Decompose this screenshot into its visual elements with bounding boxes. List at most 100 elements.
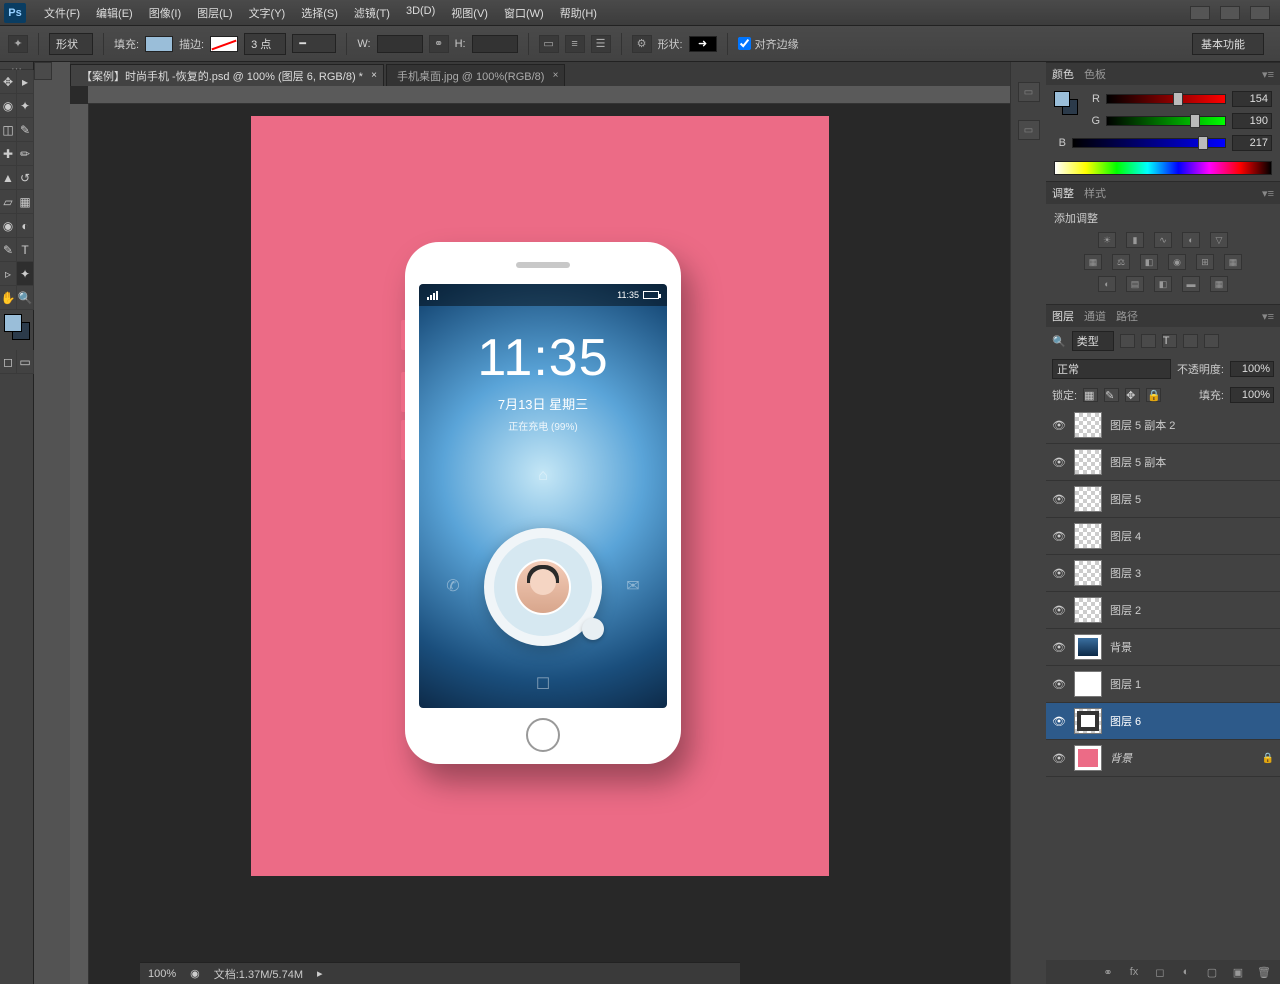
document-tab[interactable]: 手机桌面.jpg @ 100%(RGB/8)× (386, 64, 566, 86)
nav-icon[interactable]: ◉ (190, 967, 200, 980)
layer-row[interactable]: 👁图层 5 (1046, 481, 1280, 518)
custom-shape-tool[interactable]: ✦ (17, 262, 34, 286)
menu-item[interactable]: 文字(Y) (241, 5, 294, 21)
document-tab[interactable]: 【案例】时尚手机 -恢复的.psd @ 100% (图层 6, RGB/8) *… (70, 64, 384, 86)
menu-item[interactable]: 3D(D) (398, 5, 443, 21)
eraser-tool[interactable]: ▱ (0, 190, 17, 214)
gear-icon[interactable]: ⚙ (632, 35, 652, 53)
b-value[interactable]: 217 (1232, 135, 1272, 151)
menu-item[interactable]: 文件(F) (36, 5, 88, 21)
visibility-icon[interactable]: 👁 (1052, 418, 1066, 432)
adj-layer-icon[interactable]: ◐ (1178, 965, 1194, 979)
gradient-tool[interactable]: ▦ (17, 190, 34, 214)
tab-styles[interactable]: 样式 (1084, 185, 1106, 201)
panel-menu-icon[interactable]: ▾≡ (1262, 310, 1274, 323)
visibility-icon[interactable]: 👁 (1052, 677, 1066, 691)
toolbox-grip[interactable]: ⋯ (0, 62, 33, 70)
menu-item[interactable]: 图像(I) (141, 5, 189, 21)
stroke-size-select[interactable]: 3 点 (244, 33, 286, 55)
crop-tool[interactable]: ◫ (0, 118, 17, 142)
foreground-color[interactable] (4, 314, 22, 332)
threshold-icon[interactable]: ◧ (1154, 276, 1172, 292)
hue-icon[interactable]: ▦ (1084, 254, 1102, 270)
visibility-icon[interactable]: 👁 (1052, 714, 1066, 728)
bw-icon[interactable]: ◧ (1140, 254, 1158, 270)
hand-tool[interactable]: ✋ (0, 286, 17, 310)
menu-item[interactable]: 滤镜(T) (346, 5, 398, 21)
balance-icon[interactable]: ⚖ (1112, 254, 1130, 270)
visibility-icon[interactable]: 👁 (1052, 529, 1066, 543)
filter-pixel-icon[interactable] (1120, 334, 1135, 348)
menu-item[interactable]: 编辑(E) (88, 5, 141, 21)
menu-item[interactable]: 窗口(W) (496, 5, 552, 21)
fx-icon[interactable]: fx (1126, 965, 1142, 979)
maximize-button[interactable] (1220, 6, 1240, 20)
screenmode-tool[interactable]: ▭ (17, 350, 34, 374)
zoom-tool[interactable]: 🔍 (17, 286, 34, 310)
align-edges-check[interactable]: 对齐边缘 (738, 36, 799, 52)
tab-paths[interactable]: 路径 (1116, 308, 1138, 324)
zoom-level[interactable]: 100% (148, 968, 176, 980)
move-tool[interactable]: ✥ (0, 70, 17, 94)
layer-thumbnail[interactable] (1074, 449, 1102, 475)
b-slider[interactable] (1072, 138, 1226, 148)
canvas-viewport[interactable]: 11:35 11:35 7月13日 星期三 正在充电 (99%) ⌂ ✆ ✉ (70, 104, 1010, 984)
brightness-icon[interactable]: ☀ (1098, 232, 1116, 248)
visibility-icon[interactable]: 👁 (1052, 566, 1066, 580)
visibility-icon[interactable]: 👁 (1052, 603, 1066, 617)
heal-tool[interactable]: ✚ (0, 142, 17, 166)
blend-mode-select[interactable]: 正常 (1052, 359, 1171, 379)
expand-dock-icon[interactable] (34, 62, 52, 80)
lock-trans-icon[interactable]: ▦ (1083, 388, 1098, 402)
menu-item[interactable]: 选择(S) (293, 5, 346, 21)
shape-mode-select[interactable]: 形状 (49, 33, 93, 55)
tab-color[interactable]: 颜色 (1052, 66, 1074, 82)
dodge-tool[interactable]: ◐ (17, 214, 34, 238)
tool-preset-icon[interactable]: ✦ (8, 35, 28, 53)
properties-panel-icon[interactable]: ▭ (1018, 120, 1040, 140)
group-icon[interactable]: ▢ (1204, 965, 1220, 979)
gradmap-icon[interactable]: ▬ (1182, 276, 1200, 292)
tab-layers[interactable]: 图层 (1052, 308, 1074, 324)
layer-thumbnail[interactable] (1074, 560, 1102, 586)
mixer-icon[interactable]: ⊞ (1196, 254, 1214, 270)
stamp-tool[interactable]: ▲ (0, 166, 17, 190)
type-tool[interactable]: T (17, 238, 34, 262)
layer-row[interactable]: 👁图层 4 (1046, 518, 1280, 555)
height-input[interactable] (472, 35, 518, 53)
tab-swatches[interactable]: 色板 (1084, 66, 1106, 82)
layer-row[interactable]: 👁背景🔒 (1046, 740, 1280, 777)
eyedropper-tool[interactable]: ✎ (17, 118, 34, 142)
visibility-icon[interactable]: 👁 (1052, 492, 1066, 506)
photo-filter-icon[interactable]: ◉ (1168, 254, 1186, 270)
layer-thumbnail[interactable] (1074, 671, 1102, 697)
path-op-icon[interactable]: ▭ (539, 35, 559, 53)
expand-icon[interactable]: ▸ (317, 967, 323, 980)
filter-type-icon[interactable]: T (1162, 334, 1177, 348)
custom-shape-swatch[interactable]: ➜ (689, 36, 717, 52)
history-brush-tool[interactable]: ↺ (17, 166, 34, 190)
link-layers-icon[interactable]: ⚭ (1100, 965, 1116, 979)
trash-icon[interactable]: 🗑 (1256, 965, 1272, 979)
close-icon[interactable]: × (553, 70, 559, 81)
exposure-icon[interactable]: ◐ (1182, 232, 1200, 248)
minimize-button[interactable] (1190, 6, 1210, 20)
filter-smart-icon[interactable] (1204, 334, 1219, 348)
quickmask-tool[interactable]: ◻ (0, 350, 17, 374)
vibrance-icon[interactable]: ▽ (1210, 232, 1228, 248)
visibility-icon[interactable]: 👁 (1052, 455, 1066, 469)
visibility-icon[interactable]: 👁 (1052, 640, 1066, 654)
opacity-input[interactable]: 100% (1230, 361, 1274, 377)
search-icon[interactable]: 🔍 (1052, 335, 1066, 348)
width-input[interactable] (377, 35, 423, 53)
lock-pixel-icon[interactable]: ✎ (1104, 388, 1119, 402)
wand-tool[interactable]: ✦ (17, 94, 34, 118)
spectrum-bar[interactable] (1054, 161, 1272, 175)
g-value[interactable]: 190 (1232, 113, 1272, 129)
layer-row[interactable]: 👁图层 5 副本 2 (1046, 407, 1280, 444)
layer-row[interactable]: 👁图层 3 (1046, 555, 1280, 592)
tab-adjustments[interactable]: 调整 (1052, 185, 1074, 201)
panel-menu-icon[interactable]: ▾≡ (1262, 68, 1274, 81)
layer-row[interactable]: 👁背景 (1046, 629, 1280, 666)
menu-item[interactable]: 视图(V) (443, 5, 496, 21)
